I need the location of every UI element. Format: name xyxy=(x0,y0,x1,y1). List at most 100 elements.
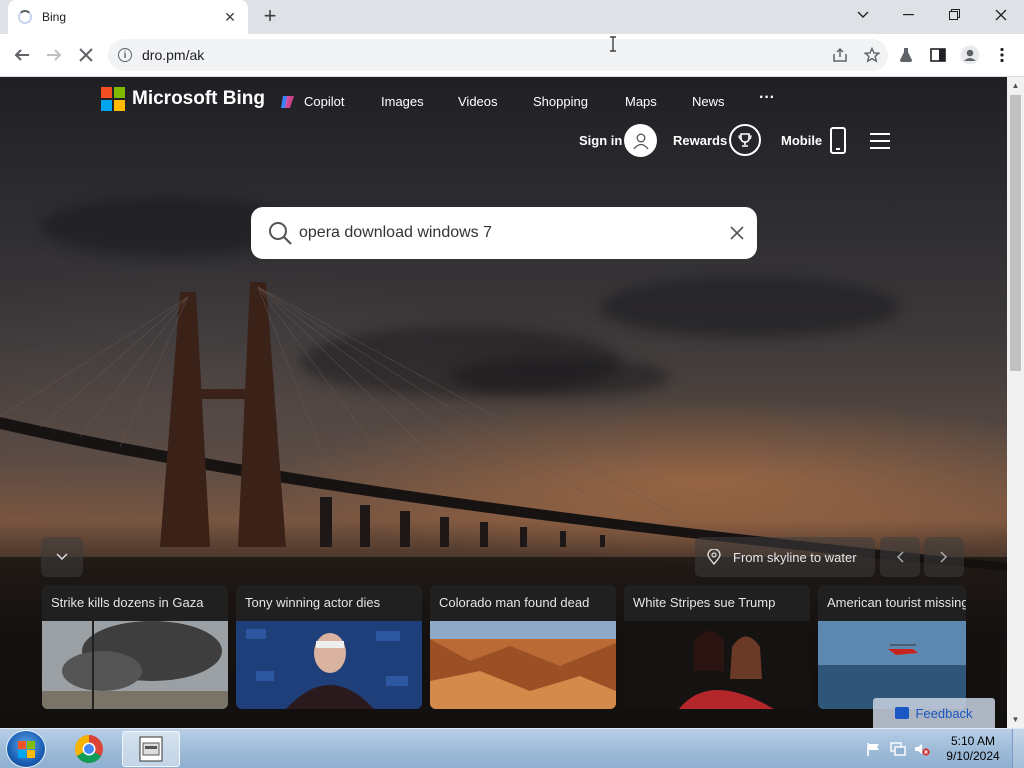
text-cursor-icon xyxy=(610,36,616,52)
windows-taskbar: 5:10 AM 9/10/2024 xyxy=(0,728,1024,768)
collapse-feed-button[interactable] xyxy=(41,537,83,577)
flask-icon xyxy=(900,48,912,62)
close-tab-icon[interactable]: ✕ xyxy=(222,9,238,26)
news-card-image xyxy=(236,621,422,709)
next-image-button[interactable] xyxy=(924,537,964,577)
bookmark-button[interactable] xyxy=(856,39,888,71)
news-card[interactable]: Strike kills dozens in Gaza xyxy=(42,585,228,709)
scrollbar-thumb[interactable] xyxy=(1010,95,1021,371)
system-clock[interactable]: 5:10 AM 9/10/2024 xyxy=(938,734,1008,764)
chevron-down-icon xyxy=(56,553,68,561)
nav-videos[interactable]: Videos xyxy=(458,94,498,109)
share-button[interactable] xyxy=(824,39,856,71)
hamburger-menu-button[interactable] xyxy=(870,133,890,149)
news-card[interactable]: American tourist missing xyxy=(818,585,966,709)
profile-button[interactable] xyxy=(955,40,985,70)
nav-news[interactable]: News xyxy=(692,94,725,109)
windows-logo-icon xyxy=(18,741,35,758)
app-window-icon xyxy=(139,736,163,762)
scroll-down-arrow-icon[interactable]: ▼ xyxy=(1007,711,1024,728)
browser-toolbar: i dro.pm/ak xyxy=(0,34,1024,77)
caption-text: From skyline to water xyxy=(733,549,857,565)
arrow-left-icon xyxy=(14,49,29,61)
bing-logo[interactable]: Microsoft Bing xyxy=(101,87,265,111)
clear-search-button[interactable] xyxy=(717,213,757,253)
volume-muted-icon[interactable] xyxy=(914,742,930,756)
new-tab-button[interactable]: + xyxy=(256,4,284,30)
location-pin-icon xyxy=(707,549,721,565)
stop-loading-button[interactable] xyxy=(71,40,101,70)
browser-menu-button[interactable] xyxy=(987,40,1017,70)
restore-button[interactable] xyxy=(932,0,978,30)
news-card-image xyxy=(818,621,966,709)
news-card-title: Strike kills dozens in Gaza xyxy=(42,585,228,621)
chrome-icon xyxy=(75,735,103,763)
side-panel-icon xyxy=(930,48,946,62)
back-button[interactable] xyxy=(7,40,37,70)
nav-maps[interactable]: Maps xyxy=(625,94,657,109)
forward-button[interactable] xyxy=(39,40,69,70)
action-center-flag-icon[interactable] xyxy=(866,742,882,756)
search-icon xyxy=(269,222,292,245)
news-card-image xyxy=(430,621,616,709)
microsoft-logo-icon xyxy=(101,87,125,111)
chevron-right-icon xyxy=(940,551,948,563)
news-card-title: White Stripes sue Trump xyxy=(624,585,810,621)
minimize-button[interactable] xyxy=(886,0,932,30)
profile-icon xyxy=(960,45,980,65)
rewards-button[interactable] xyxy=(729,124,761,156)
site-info-icon[interactable]: i xyxy=(118,48,132,62)
feedback-icon xyxy=(895,707,910,719)
tab-bing[interactable]: Bing ✕ xyxy=(8,0,248,34)
avatar[interactable] xyxy=(624,124,657,157)
trophy-icon xyxy=(738,133,752,147)
loading-spinner-icon xyxy=(18,10,32,24)
tab-strip: Bing ✕ + xyxy=(0,0,1024,34)
bing-homepage: Microsoft Bing Copilot Images Videos Sho… xyxy=(0,77,1007,728)
search-box[interactable] xyxy=(251,207,757,259)
search-input[interactable] xyxy=(299,224,717,242)
stop-icon xyxy=(79,48,93,62)
rewards-link[interactable]: Rewards xyxy=(673,133,727,148)
url-text[interactable]: dro.pm/ak xyxy=(142,47,824,63)
taskbar-chrome[interactable] xyxy=(60,731,118,767)
share-icon xyxy=(833,47,847,62)
feedback-button[interactable]: Feedback xyxy=(873,698,995,728)
previous-image-button[interactable] xyxy=(880,537,920,577)
nav-shopping[interactable]: Shopping xyxy=(533,94,588,109)
close-icon xyxy=(995,9,1007,21)
nav-images[interactable]: Images xyxy=(381,94,424,109)
address-bar[interactable]: i dro.pm/ak xyxy=(108,39,888,71)
taskbar-active-app[interactable] xyxy=(122,731,180,767)
arrow-right-icon xyxy=(47,49,62,61)
nav-more[interactable]: ··· xyxy=(759,89,775,107)
kebab-menu-icon xyxy=(1000,47,1004,63)
tab-search-button[interactable] xyxy=(840,0,886,30)
clock-time: 5:10 AM xyxy=(950,734,996,748)
scroll-up-arrow-icon[interactable]: ▲ xyxy=(1007,77,1024,94)
mobile-phone-icon[interactable] xyxy=(830,127,846,154)
mobile-link[interactable]: Mobile xyxy=(781,133,822,148)
copilot-icon xyxy=(281,96,294,108)
news-card-image xyxy=(624,621,810,709)
news-card-title: American tourist missing xyxy=(818,585,966,621)
show-desktop-button[interactable] xyxy=(1012,729,1024,768)
start-button[interactable] xyxy=(6,730,46,768)
network-icon[interactable] xyxy=(890,742,906,756)
news-card-title: Tony winning actor dies xyxy=(236,585,422,621)
user-icon xyxy=(632,133,649,149)
news-card[interactable]: Tony winning actor dies xyxy=(236,585,422,709)
news-card[interactable]: Colorado man found dead xyxy=(430,585,616,709)
page-scrollbar[interactable]: ▲ ▼ xyxy=(1007,77,1024,728)
news-card[interactable]: White Stripes sue Trump xyxy=(624,585,810,709)
sign-in-link[interactable]: Sign in xyxy=(579,133,622,148)
close-icon xyxy=(730,226,744,240)
close-window-button[interactable] xyxy=(978,0,1024,30)
logo-text: Microsoft Bing xyxy=(132,88,265,109)
image-caption[interactable]: From skyline to water xyxy=(695,537,875,577)
chevron-left-icon xyxy=(896,551,904,563)
nav-copilot[interactable]: Copilot xyxy=(304,94,344,109)
extensions-button[interactable] xyxy=(891,40,921,70)
feedback-label: Feedback xyxy=(915,705,973,721)
side-panel-button[interactable] xyxy=(923,40,953,70)
